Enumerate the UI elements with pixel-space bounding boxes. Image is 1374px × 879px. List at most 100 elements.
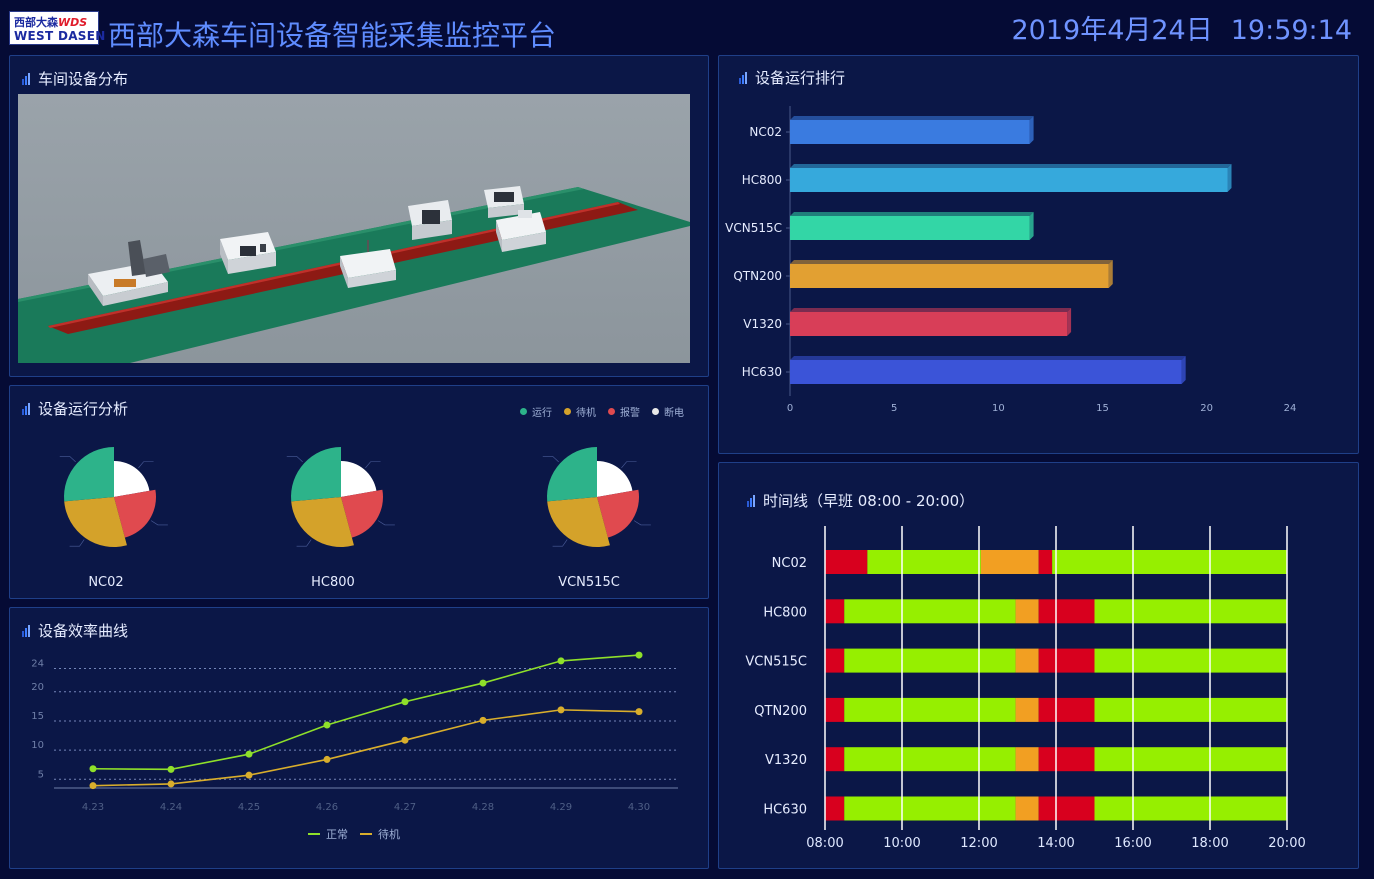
- bar-vcn515c[interactable]: [790, 212, 1034, 240]
- timeline-segment-alarm[interactable]: [1038, 747, 1095, 772]
- timeline-segment-standby[interactable]: [980, 550, 1039, 574]
- x-tick-label: 16:00: [1114, 836, 1151, 851]
- timeline-segment-normal[interactable]: [867, 550, 981, 574]
- timeline-segment-normal[interactable]: [844, 648, 1016, 673]
- data-point[interactable]: [167, 765, 175, 773]
- timeline-segment-alarm[interactable]: [1038, 697, 1095, 722]
- timeline-segment-normal[interactable]: [1094, 599, 1288, 624]
- data-point[interactable]: [89, 782, 97, 790]
- timeline-segment-alarm[interactable]: [1038, 550, 1053, 574]
- pie-hc800[interactable]: [286, 447, 395, 547]
- data-point[interactable]: [323, 721, 331, 729]
- timeline-panel: 时间线（早班 08:00 - 20:00） NC02 HC800 VCN515C QT…: [718, 462, 1359, 869]
- timeline-segment-normal[interactable]: [1052, 550, 1287, 574]
- bar-body[interactable]: [790, 264, 1109, 288]
- x-tick-label: 5: [891, 403, 897, 414]
- timeline-segment-alarm[interactable]: [825, 796, 845, 821]
- workshop-layout-title-text: 车间设备分布: [38, 70, 129, 88]
- bar-top-face: [790, 164, 1232, 168]
- pie-slice-poweroff[interactable]: [597, 461, 633, 497]
- data-point[interactable]: [401, 736, 409, 744]
- data-point[interactable]: [245, 771, 253, 779]
- bar-nc02[interactable]: [790, 116, 1034, 144]
- timeline-segment-alarm[interactable]: [825, 747, 845, 772]
- running-ranking-panel: 设备运行排行 NC02 HC800 VCN515C QTN200 V1320 HC630 0…: [718, 55, 1359, 454]
- pie-slice-running[interactable]: [547, 447, 597, 502]
- data-point[interactable]: [401, 698, 409, 706]
- bar-hc630[interactable]: [790, 356, 1186, 384]
- legend-alarm[interactable]: 报警: [608, 404, 640, 419]
- timeline-segment-normal[interactable]: [1094, 648, 1288, 673]
- legend-standby[interactable]: 待机: [564, 404, 596, 419]
- pie-leader-line: [138, 461, 154, 469]
- x-tick-label: 0: [787, 403, 793, 414]
- data-point[interactable]: [323, 755, 331, 763]
- bar-v1320[interactable]: [790, 308, 1072, 336]
- bar-chart-icon: [739, 71, 747, 84]
- status-legend: 运行 待机 报警 断电: [520, 404, 684, 419]
- timeline-segment-alarm[interactable]: [825, 550, 868, 574]
- timeline-segment-alarm[interactable]: [1038, 796, 1095, 821]
- data-point[interactable]: [635, 651, 643, 659]
- timeline-segment-standby[interactable]: [1015, 747, 1039, 772]
- timeline-row-label: QTN200: [754, 704, 807, 719]
- dot-icon: [608, 408, 615, 415]
- bar-top-face: [790, 356, 1186, 360]
- timeline-segment-standby[interactable]: [1015, 648, 1039, 673]
- running-ranking-title-text: 设备运行排行: [755, 69, 846, 87]
- pie-slice-poweroff[interactable]: [341, 461, 377, 497]
- legend-running[interactable]: 运行: [520, 404, 552, 419]
- pie-vcn515c[interactable]: [542, 447, 651, 547]
- data-point[interactable]: [479, 679, 487, 687]
- data-point[interactable]: [479, 716, 487, 724]
- pie-label-hc800: HC800: [311, 575, 355, 590]
- series-line-0[interactable]: [92, 654, 640, 771]
- legend-alarm-label: 报警: [620, 408, 640, 419]
- data-point[interactable]: [245, 750, 253, 758]
- timeline-segment-standby[interactable]: [1015, 796, 1039, 821]
- timeline-row-label: V1320: [765, 753, 807, 768]
- bar-body[interactable]: [790, 216, 1030, 240]
- data-point[interactable]: [89, 765, 97, 773]
- bar-body[interactable]: [790, 168, 1228, 192]
- timeline-segment-standby[interactable]: [1015, 697, 1039, 722]
- pie-nc02[interactable]: [59, 447, 168, 547]
- data-point[interactable]: [635, 708, 643, 716]
- timeline-segment-alarm[interactable]: [825, 599, 845, 624]
- data-point[interactable]: [557, 657, 565, 665]
- timeline-segment-normal[interactable]: [1094, 796, 1288, 821]
- timeline-segment-normal[interactable]: [844, 747, 1016, 772]
- x-tick-label: 08:00: [806, 836, 843, 851]
- x-tick-label: 4.28: [472, 802, 494, 813]
- timeline-segment-alarm[interactable]: [825, 697, 845, 722]
- timeline-segment-alarm[interactable]: [1038, 599, 1095, 624]
- bar-hc800[interactable]: [790, 164, 1232, 192]
- x-tick-label: 24: [1284, 403, 1297, 414]
- legend-label[interactable]: 正常: [326, 828, 348, 841]
- bar-body[interactable]: [790, 312, 1068, 336]
- pie-slice-running[interactable]: [64, 447, 114, 502]
- workshop-3d-view[interactable]: [18, 94, 690, 363]
- timeline-row-label: HC630: [763, 803, 807, 818]
- pie-slice-poweroff[interactable]: [114, 461, 150, 497]
- legend-poweroff[interactable]: 断电: [652, 404, 684, 419]
- bar-side-face: [1067, 308, 1072, 336]
- timeline-segment-normal[interactable]: [844, 796, 1016, 821]
- timeline-segment-normal[interactable]: [844, 697, 1016, 722]
- timeline-segment-standby[interactable]: [1015, 599, 1039, 624]
- x-tick-label: 4.27: [394, 802, 416, 813]
- legend-label[interactable]: 待机: [378, 827, 400, 841]
- data-point[interactable]: [557, 706, 565, 714]
- bar-qtn200[interactable]: [790, 260, 1113, 288]
- bar-chart-icon: [747, 494, 755, 507]
- timeline-segment-normal[interactable]: [844, 599, 1016, 624]
- bar-body[interactable]: [790, 120, 1030, 144]
- bar-side-face: [1227, 164, 1232, 192]
- data-point[interactable]: [167, 780, 175, 788]
- pie-slice-running[interactable]: [291, 447, 341, 502]
- timeline-segment-normal[interactable]: [1094, 697, 1288, 722]
- timeline-segment-alarm[interactable]: [1038, 648, 1095, 673]
- timeline-segment-normal[interactable]: [1094, 747, 1288, 772]
- timeline-segment-alarm[interactable]: [825, 648, 845, 673]
- bar-body[interactable]: [790, 360, 1182, 384]
